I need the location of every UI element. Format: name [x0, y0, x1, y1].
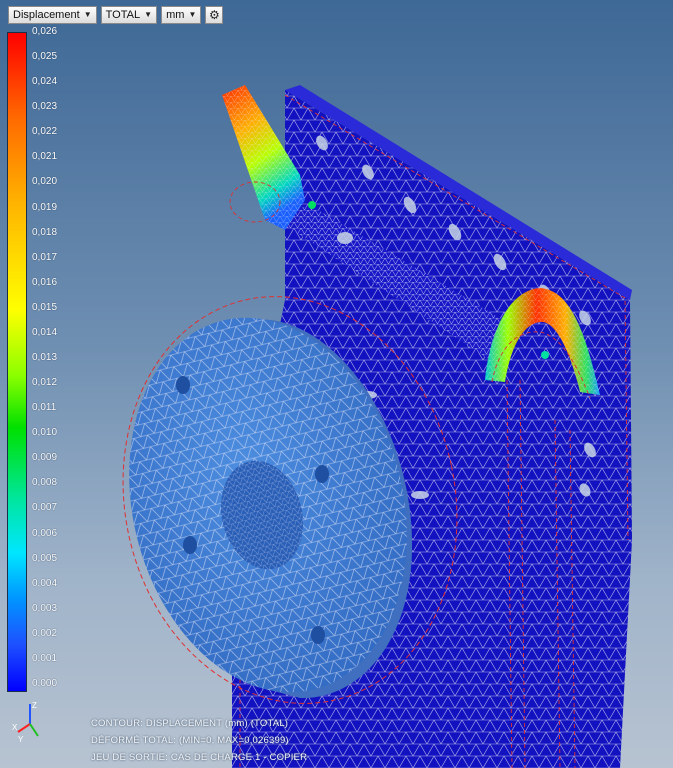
z-axis-label: Z [32, 701, 37, 710]
model-viewport[interactable] [0, 0, 673, 768]
legend-tick-label: 0,005 [32, 552, 58, 564]
result-type-value: Displacement [13, 9, 80, 21]
legend-tick-label: 0,020 [32, 176, 58, 188]
legend-tick-label: 0,003 [32, 602, 58, 614]
legend-tick-label: 0,024 [32, 76, 58, 88]
axis-triad[interactable]: Z X Y [10, 700, 46, 744]
legend-tick-label: 0,007 [32, 502, 58, 514]
chevron-down-icon: ▼ [144, 10, 153, 19]
legend-tick-label: 0,001 [32, 652, 58, 664]
legend-tick-label: 0,012 [32, 377, 58, 389]
unit-dropdown[interactable]: mm ▼ [161, 6, 202, 24]
color-bar [7, 32, 27, 692]
legend-tick-label: 0,022 [32, 126, 58, 138]
legend-tick-label: 0,018 [32, 226, 58, 238]
result-type-dropdown[interactable]: Displacement ▼ [8, 6, 97, 24]
contour-label: CONTOUR: DISPLACEMENT (mm) (TOTAL) [91, 718, 289, 729]
legend-tick-label: 0,000 [32, 678, 58, 689]
legend-tick-label: 0,021 [32, 151, 58, 163]
x-axis [17, 723, 31, 733]
chevron-down-icon: ▼ [83, 10, 92, 19]
legend-tick-label: 0,016 [32, 276, 58, 288]
legend-tick-label: 0,010 [32, 427, 58, 439]
chevron-down-icon: ▼ [188, 10, 197, 19]
y-axis-label: Y [18, 735, 24, 744]
component-value: TOTAL [105, 9, 141, 21]
legend-tick-label: 0,011 [32, 402, 57, 414]
legend-tick-label: 0,015 [32, 301, 58, 313]
legend-tick-label: 0,004 [32, 577, 58, 589]
legend-tick-label: 0,009 [32, 452, 58, 464]
y-axis [29, 723, 39, 737]
legend-tick-label: 0,017 [32, 251, 58, 263]
legend-tick-label: 0,008 [32, 477, 58, 489]
legend-tick-label: 0,013 [32, 352, 58, 363]
legend-tick-label: 0,002 [32, 627, 58, 639]
legend-tick-label: 0,026 [32, 26, 58, 37]
deformation-label: DÉFORMÉ TOTAL: (MIN=0, MAX=0,026399) [91, 735, 289, 746]
component-dropdown[interactable]: TOTAL ▼ [100, 6, 158, 24]
x-axis-label: X [12, 723, 18, 732]
result-toolbar: Displacement ▼ TOTAL ▼ mm ▼ ⚙ [8, 6, 224, 24]
legend-tick-label: 0,025 [32, 51, 58, 63]
output-set-label: JEU DE SORTIE: CAS DE CHARGE 1 - COPIER [91, 752, 308, 763]
unit-value: mm [166, 9, 185, 21]
gear-icon[interactable]: ⚙ [205, 6, 224, 24]
legend-tick-label: 0,019 [32, 201, 58, 213]
legend-tick-label: 0,006 [32, 527, 58, 539]
legend-tick-label: 0,023 [32, 101, 58, 113]
legend-tick-label: 0,014 [32, 326, 58, 338]
